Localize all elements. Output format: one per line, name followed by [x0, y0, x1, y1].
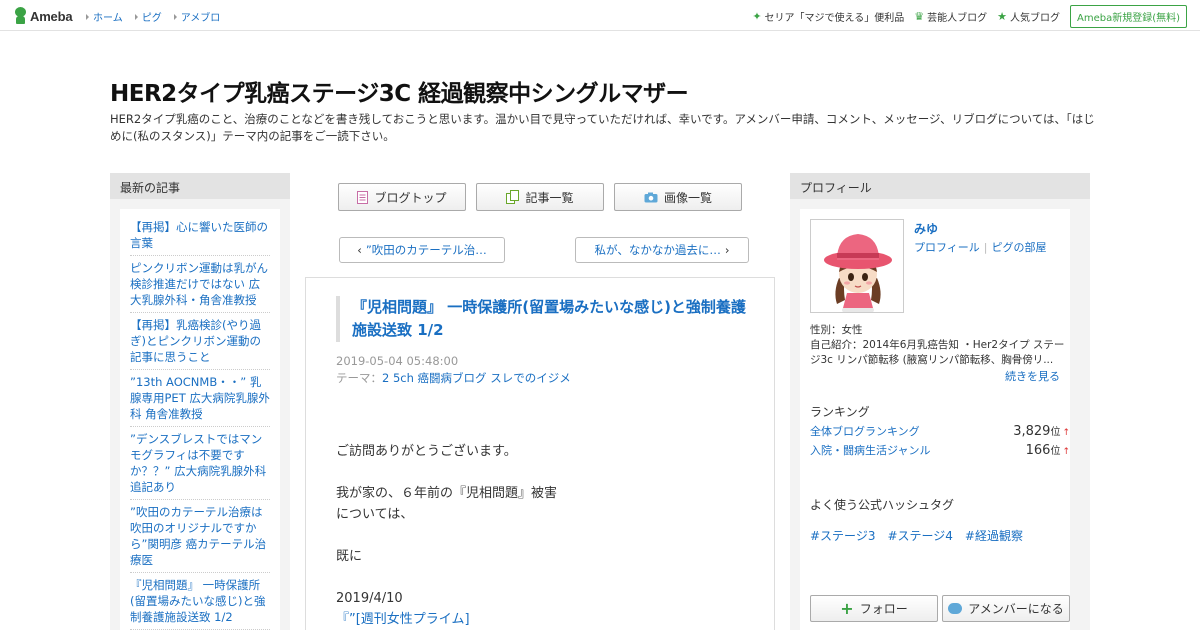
hashtag-heading: よく使う公式ハッシュタグ	[810, 498, 955, 512]
article-body: ご訪問ありがとうございます。 我が家の、６年前の『児相問題』被害 については、 …	[336, 441, 756, 630]
avatar-illustration	[811, 220, 903, 312]
profile-intro: 自己紹介：2014年6月乳癌告知 ・Her2タイプ ステージ3c リンパ節転移 …	[810, 339, 1065, 366]
ameba-logo-icon	[13, 7, 28, 25]
register-button[interactable]: Ameba新規登録(無料)	[1069, 5, 1187, 28]
ameba-logo[interactable]: Ameba	[13, 6, 73, 26]
body-link[interactable]: 『”[週刊女性プライム]	[336, 609, 756, 630]
profile-panel: プロフィール みゆ プロフィール | ピグの部屋 性別：女性 自己紹介：2014…	[790, 173, 1090, 630]
nav-home[interactable]: ホーム	[86, 9, 123, 24]
plus-icon: +	[840, 599, 854, 618]
prev-article-button[interactable]: ‹ ”吹田のカテーテル治…	[339, 237, 505, 263]
nav-ameblo[interactable]: アメブロ	[173, 9, 220, 24]
triangle-right-icon	[173, 13, 177, 20]
ranking-row-overall: 全体ブログランキング 3,829位 ↑	[810, 423, 1070, 439]
hashtag-link[interactable]: #ステージ3	[810, 527, 875, 544]
arrow-up-icon: ↑	[1062, 428, 1070, 438]
hashtag-link[interactable]: #ステージ4	[887, 527, 952, 544]
link-separator: |	[983, 241, 988, 254]
recent-article-link[interactable]: ピンクリボン運動は乳がん検診推進だけではない 広大乳腺外科・角舎准教授	[130, 256, 270, 313]
link-popular-blogs[interactable]: ★ 人気ブログ	[997, 9, 1060, 24]
ranking-value: 166位 ↑	[1025, 443, 1070, 458]
recent-article-link[interactable]: ”吹田のカテーテル治療は吹田のオリジナルですから”関明彦 癌カテーテル治療医	[130, 500, 270, 573]
recent-articles-panel: 最新の記事 【再掲】心に響いた医師の言葉 ピンクリボン運動は乳がん検診推進だけで…	[110, 173, 290, 630]
blog-description: HER2タイプ乳癌のこと、治療のことなどを書き残しておこうと思います。温かい目で…	[110, 112, 1095, 143]
ranking-row-genre: 入院・闘病生活ジャンル 166位 ↑	[810, 442, 1070, 458]
body-text: ご訪問ありがとうございます。	[336, 444, 517, 459]
triangle-right-icon	[134, 13, 138, 20]
read-more-link[interactable]: 続きを見る	[1005, 368, 1060, 384]
link-seria-goods[interactable]: ✦ セリア「マジで使える」便利品	[752, 9, 904, 24]
next-article-button[interactable]: 私が、なかなか過去に… ›	[575, 237, 749, 263]
header-right-links: ✦ セリア「マジで使える」便利品 ♛ 芸能人ブログ ★ 人気ブログ Ameba新規登録…	[752, 5, 1187, 28]
document-icon	[357, 190, 369, 204]
speech-bubble-icon	[948, 603, 963, 614]
recent-articles-list: 【再掲】心に響いた医師の言葉 ピンクリボン運動は乳がん検診推進だけではない 広大…	[120, 209, 280, 630]
body-text: 2019/4/10	[336, 591, 403, 606]
ranking-label[interactable]: 全体ブログランキング	[810, 423, 920, 439]
article-title[interactable]: 『児相問題』 一時保護所(留置場みたいな感じ)と強制養護施設送致 1/2	[336, 296, 746, 342]
hashtag-link[interactable]: #経過観察	[965, 527, 1023, 544]
star-icon: ★	[997, 10, 1007, 23]
article-list-button[interactable]: 記事一覧	[476, 183, 604, 211]
profile-meta: 性別：女性 自己紹介：2014年6月乳癌告知 ・Her2タイプ ステージ3c リ…	[810, 323, 1070, 368]
recent-article-link[interactable]: 【再掲】心に響いた医師の言葉	[130, 215, 270, 256]
global-nav: ホーム ピグ アメブロ	[86, 9, 220, 24]
body-text: については、	[336, 507, 414, 522]
recent-article-link[interactable]: 【再掲】乳癌検診(やり過ぎ)とピンクリボン運動の記事に思うこと	[130, 313, 270, 370]
ranking-label[interactable]: 入院・闘病生活ジャンル	[810, 442, 930, 458]
sparkle-icon: ✦	[752, 10, 762, 23]
theme-label: テーマ：	[336, 371, 382, 385]
pigg-room-link[interactable]: ピグの部屋	[992, 241, 1047, 254]
triangle-right-icon	[86, 13, 89, 20]
profile-links: プロフィール | ピグの部屋	[914, 239, 1047, 255]
profile-gender: 性別：女性	[810, 324, 863, 336]
arrow-up-icon: ↑	[1062, 447, 1070, 457]
global-header: Ameba ホーム ピグ アメブロ ✦ セリア「マジで使える」便利品 ♛ 芸能人ブロ…	[0, 0, 1200, 31]
crown-icon: ♛	[914, 10, 925, 23]
blog-top-button[interactable]: ブログトップ	[338, 183, 466, 211]
nav-pigg[interactable]: ピグ	[134, 9, 162, 24]
copy-documents-icon	[506, 190, 520, 204]
chevron-left-icon: ‹	[357, 243, 362, 257]
article-entry: 『児相問題』 一時保護所(留置場みたいな感じ)と強制養護施設送致 1/2 201…	[305, 277, 775, 630]
ranking-heading: ランキング	[810, 405, 870, 419]
ranking-value: 3,829位 ↑	[1013, 424, 1070, 439]
link-celebrity-blogs[interactable]: ♛ 芸能人ブログ	[914, 9, 987, 24]
article-theme: テーマ：2 5ch 癌闘病ブログ スレでのイジメ	[336, 370, 571, 386]
camera-icon	[644, 192, 658, 202]
article-date: 2019-05-04 05:48:00	[336, 354, 459, 368]
hashtag-list: #ステージ3 #ステージ4 #経過観察	[810, 527, 1023, 544]
recent-article-link[interactable]: 『児相問題』 一時保護所(留置場みたいな感じ)と強制養護施設送致 1/2	[130, 573, 270, 630]
chevron-right-icon: ›	[724, 243, 730, 257]
recent-articles-heading: 最新の記事	[110, 173, 290, 199]
profile-heading: プロフィール	[790, 173, 1090, 199]
recent-article-link[interactable]: ”13th AOCNMB・・” 乳腺専用PET 広大病院乳腺外科 角舎准教授	[130, 370, 270, 427]
avatar[interactable]	[810, 219, 904, 313]
amember-button[interactable]: アメンバーになる	[942, 595, 1070, 622]
blog-title[interactable]: HER2タイプ乳癌ステージ3C 経過観察中シングルマザー	[110, 74, 689, 108]
profile-name[interactable]: みゆ	[914, 220, 938, 237]
profile-link[interactable]: プロフィール	[914, 241, 980, 254]
recent-article-link[interactable]: ”デンスブレストではマンモグラフィは不要ですか？？” 広大病院乳腺外科追記あり	[130, 427, 270, 500]
body-text: 我が家の、６年前の『児相問題』被害	[336, 486, 558, 501]
follow-button[interactable]: + フォロー	[810, 595, 938, 622]
profile-card: みゆ プロフィール | ピグの部屋 性別：女性 自己紹介：2014年6月乳癌告知 ・…	[800, 209, 1070, 630]
image-list-button[interactable]: 画像一覧	[614, 183, 742, 211]
logo-text: Ameba	[30, 8, 73, 24]
theme-link[interactable]: 2 5ch 癌闘病ブログ スレでのイジメ	[382, 371, 571, 385]
body-text: 既に	[336, 549, 363, 564]
